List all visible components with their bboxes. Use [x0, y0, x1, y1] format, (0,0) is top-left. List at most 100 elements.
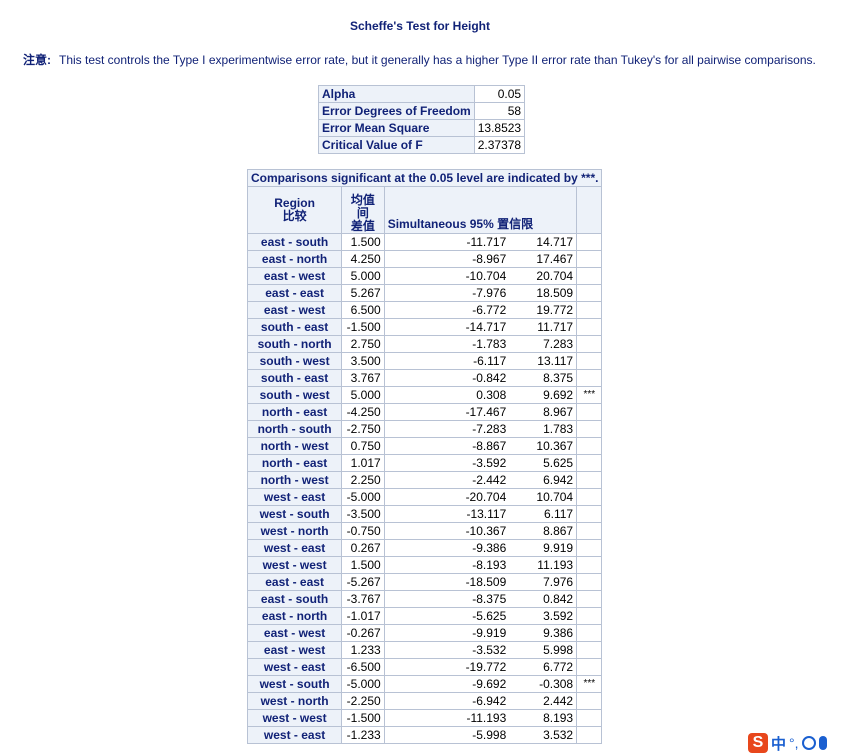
- lower-limit-cell: -18.509: [383, 573, 510, 591]
- region-cell: east - north: [246, 607, 343, 625]
- lower-limit-cell: -6.772: [383, 301, 510, 319]
- difference-cell: 1.233: [341, 641, 385, 659]
- upper-limit-cell: 18.509: [509, 284, 578, 302]
- lower-limit-cell: -14.717: [383, 318, 510, 336]
- comparison-row: east - south -3.767 -8.375 0.842: [246, 590, 603, 608]
- note-text: This test controls the Type I experiment…: [59, 53, 816, 67]
- parameters-table: Alpha 0.05 Error Degrees of Freedom 58 Err…: [318, 85, 526, 154]
- lower-limit-cell: -3.592: [383, 454, 510, 472]
- lower-limit-cell: -10.704: [383, 267, 510, 285]
- comparison-row: east - east -5.267 -18.509 7.976: [246, 573, 603, 591]
- upper-limit-cell: 3.532: [509, 726, 578, 744]
- comparison-row: west - south -5.000 -9.692 -0.308 ***: [246, 675, 603, 693]
- comparison-row: west - west 1.500 -8.193 11.193: [246, 556, 603, 574]
- upper-limit-cell: 8.867: [509, 522, 578, 540]
- input-mode-toggle[interactable]: 中: [771, 733, 786, 754]
- upper-limit-cell: 17.467: [509, 250, 578, 268]
- param-label: Error Degrees of Freedom: [318, 102, 475, 120]
- upper-limit-cell: 19.772: [509, 301, 578, 319]
- difference-cell: 2.250: [341, 471, 385, 489]
- difference-cell: -5.000: [341, 675, 385, 693]
- significance-cell: [576, 658, 603, 676]
- significance-cell: [576, 454, 603, 472]
- difference-cell: -0.750: [341, 522, 385, 540]
- significance-cell: [576, 420, 603, 438]
- region-cell: east - south: [246, 590, 343, 608]
- microphone-icon[interactable]: [818, 736, 827, 750]
- region-cell: east - west: [246, 301, 343, 319]
- difference-cell: -5.267: [341, 573, 385, 591]
- comparison-row: west - north -2.250 -6.942 2.442: [246, 692, 603, 710]
- param-label: Alpha: [318, 85, 475, 103]
- significance-cell: [576, 471, 603, 489]
- sogou-logo-icon[interactable]: S: [748, 733, 768, 753]
- difference-cell: -3.767: [341, 590, 385, 608]
- region-cell: north - east: [246, 454, 343, 472]
- lower-limit-cell: -8.193: [383, 556, 510, 574]
- param-row: Critical Value of F 2.37378: [318, 136, 526, 154]
- lower-limit-cell: -8.375: [383, 590, 510, 608]
- difference-cell: -2.250: [341, 692, 385, 710]
- significance-cell: [576, 607, 603, 625]
- param-row: Error Degrees of Freedom 58: [318, 102, 526, 120]
- significance-cell: [576, 692, 603, 710]
- comparisons-caption: Comparisons significant at the 0.05 leve…: [246, 169, 603, 187]
- upper-limit-cell: 9.919: [509, 539, 578, 557]
- upper-limit-cell: 11.193: [509, 556, 578, 574]
- significance-cell: ***: [576, 675, 603, 693]
- lower-limit-cell: -17.467: [383, 403, 510, 421]
- ime-toolbar[interactable]: S 中 °,: [748, 732, 863, 754]
- lower-limit-cell: 0.308: [383, 386, 510, 404]
- region-cell: east - east: [246, 284, 343, 302]
- punctuation-toggle[interactable]: °,: [789, 735, 799, 751]
- difference-cell: 0.750: [341, 437, 385, 455]
- significance-cell: [576, 369, 603, 387]
- lower-limit-cell: -6.117: [383, 352, 510, 370]
- difference-cell: 1.500: [341, 233, 385, 251]
- lower-limit-cell: -7.976: [383, 284, 510, 302]
- significance-cell: [576, 726, 603, 744]
- upper-limit-cell: 7.283: [509, 335, 578, 353]
- comparison-row: north - west 0.750 -8.867 10.367: [246, 437, 603, 455]
- comparison-row: east - south 1.500 -11.717 14.717: [246, 233, 603, 251]
- region-header-line1: Region: [274, 196, 315, 210]
- difference-header-line3: 差值: [350, 219, 375, 233]
- difference-cell: 1.500: [341, 556, 385, 574]
- difference-cell: -4.250: [341, 403, 385, 421]
- significance-cell: [576, 352, 603, 370]
- upper-limit-cell: 5.625: [509, 454, 578, 472]
- region-cell: north - south: [246, 420, 343, 438]
- param-row: Alpha 0.05: [318, 85, 526, 103]
- region-cell: west - west: [246, 556, 343, 574]
- emoji-icon[interactable]: [801, 736, 816, 750]
- upper-limit-cell: 9.386: [509, 624, 578, 642]
- confidence-limits-header: Simultaneous 95% 置信限: [383, 186, 578, 234]
- region-cell: west - east: [246, 539, 343, 557]
- comparison-row: north - south -2.750 -7.283 1.783: [246, 420, 603, 438]
- difference-cell: -6.500: [341, 658, 385, 676]
- region-header: Region 比较: [246, 186, 343, 234]
- upper-limit-cell: 1.783: [509, 420, 578, 438]
- difference-cell: 3.500: [341, 352, 385, 370]
- upper-limit-cell: 8.375: [509, 369, 578, 387]
- comparison-row: west - east 0.267 -9.386 9.919: [246, 539, 603, 557]
- difference-cell: 5.000: [341, 267, 385, 285]
- difference-header-line1: 均值: [350, 193, 375, 207]
- difference-cell: 3.767: [341, 369, 385, 387]
- param-value: 13.8523: [473, 119, 526, 137]
- comparison-row: west - west -1.500 -11.193 8.193: [246, 709, 603, 727]
- region-cell: west - east: [246, 726, 343, 744]
- significance-cell: [576, 250, 603, 268]
- comparison-row: east - west 5.000 -10.704 20.704: [246, 267, 603, 285]
- significance-cell: [576, 641, 603, 659]
- region-cell: east - west: [246, 641, 343, 659]
- upper-limit-cell: -0.308: [509, 675, 578, 693]
- upper-limit-cell: 3.592: [509, 607, 578, 625]
- significance-cell: [576, 488, 603, 506]
- lower-limit-cell: -11.193: [383, 709, 510, 727]
- upper-limit-cell: 0.842: [509, 590, 578, 608]
- difference-cell: 5.267: [341, 284, 385, 302]
- upper-limit-cell: 10.367: [509, 437, 578, 455]
- difference-header: 均值 间 差值: [341, 186, 385, 234]
- lower-limit-cell: -5.625: [383, 607, 510, 625]
